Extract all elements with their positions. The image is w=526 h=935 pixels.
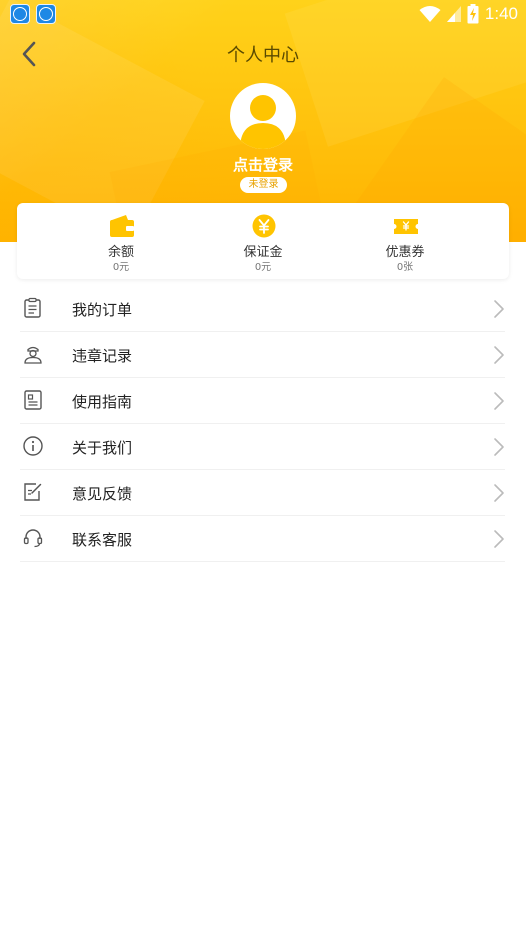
menu-item-about[interactable]: 关于我们 (20, 424, 505, 470)
account-summary-card: 余额 0元 保证金 0元 优惠券 0张 (17, 203, 509, 279)
chevron-right-icon (494, 392, 504, 410)
user-silhouette-icon (240, 95, 286, 149)
clock: 1:40 (484, 4, 518, 23)
wallet-icon (110, 215, 134, 237)
chevron-right-icon (494, 300, 504, 318)
headset-icon (23, 529, 43, 548)
menu-item-label: 使用指南 (72, 393, 133, 411)
officer-icon (24, 346, 42, 364)
menu-item-customer-service[interactable]: 联系客服 (20, 516, 505, 562)
page-title: 个人中心 (227, 45, 299, 66)
clipboard-icon (24, 297, 41, 318)
chevron-right-icon (494, 530, 504, 548)
chevron-right-icon (494, 346, 504, 364)
chevron-right-icon (494, 438, 504, 456)
avatar[interactable] (230, 83, 296, 149)
stat-value: 0元 (254, 262, 272, 273)
login-status-badge: 未登录 (240, 177, 287, 193)
stat-deposit[interactable]: 保证金 0元 (203, 203, 323, 279)
stat-balance[interactable]: 余额 0元 (61, 203, 181, 279)
edit-icon (24, 483, 42, 501)
login-link[interactable]: 点击登录 (0, 154, 526, 175)
menu-list: 我的订单 违章记录 使用指南 关于我们 意见反馈 联系客服 (20, 286, 505, 562)
signal-icon (446, 6, 461, 22)
coupon-icon (394, 219, 418, 234)
yuan-coin-icon (252, 214, 276, 238)
app-notification-icon (10, 4, 30, 24)
menu-item-label: 我的订单 (72, 301, 133, 319)
top-bar: 个人中心 (0, 32, 526, 76)
menu-item-label: 违章记录 (72, 347, 133, 365)
menu-item-label: 关于我们 (72, 439, 133, 457)
chevron-right-icon (494, 484, 504, 502)
stat-coupon[interactable]: 优惠券 0张 (345, 203, 465, 279)
menu-item-feedback[interactable]: 意见反馈 (20, 470, 505, 516)
menu-item-guide[interactable]: 使用指南 (20, 378, 505, 424)
status-bar: 1:40 (0, 0, 526, 28)
menu-item-label: 意见反馈 (72, 485, 133, 503)
menu-item-label: 联系客服 (72, 531, 133, 549)
app-notification-icon (36, 4, 56, 24)
guide-icon (24, 390, 42, 410)
menu-item-violations[interactable]: 违章记录 (20, 332, 505, 378)
stat-value: 0张 (396, 262, 414, 273)
battery-charging-icon (467, 4, 479, 24)
menu-item-orders[interactable]: 我的订单 (20, 286, 505, 332)
info-icon (23, 436, 43, 456)
stat-value: 0元 (112, 262, 130, 273)
wifi-icon (419, 6, 441, 22)
